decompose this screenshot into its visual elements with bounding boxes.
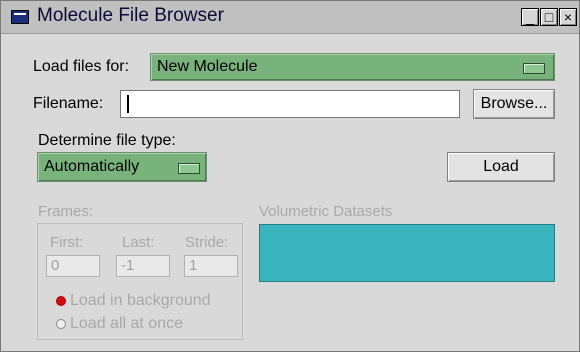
volumetric-datasets-title: Volumetric Datasets — [259, 203, 393, 220]
load-files-for-label: Load files for: — [33, 58, 130, 75]
first-frame-input[interactable]: 0 — [46, 255, 100, 277]
close-icon[interactable]: × — [559, 8, 577, 26]
frames-group-title: Frames: — [38, 203, 94, 220]
volumetric-datasets-list[interactable] — [259, 224, 555, 282]
load-all-at-once-option[interactable]: Load all at once — [56, 315, 241, 333]
text-cursor — [127, 95, 129, 113]
maximize-icon[interactable]: □ — [540, 8, 558, 26]
file-type-dropdown[interactable]: Automatically — [37, 152, 207, 182]
minimize-icon[interactable]: _ — [521, 8, 539, 26]
load-in-background-option[interactable]: Load in background — [56, 292, 241, 310]
file-type-label: Determine file type: — [38, 132, 176, 149]
dropdown-indicator-icon — [523, 63, 545, 74]
load-in-background-label: Load in background — [70, 292, 211, 309]
molecule-file-browser-window: Molecule File Browser _ □ × Load files f… — [0, 0, 580, 352]
stride-label: Stride: — [185, 234, 229, 251]
last-label: Last: — [122, 234, 155, 251]
first-label: First: — [50, 234, 84, 251]
last-frame-input[interactable]: -1 — [116, 255, 170, 277]
radio-selected-icon — [56, 296, 66, 306]
frames-group: First: Last: Stride: 0 -1 1 Load in back… — [37, 223, 243, 340]
filename-input[interactable] — [120, 90, 460, 118]
load-all-at-once-label: Load all at once — [70, 315, 183, 332]
browse-button[interactable]: Browse... — [473, 89, 555, 119]
title-bar[interactable]: Molecule File Browser _ □ × — [1, 1, 579, 34]
window-title: Molecule File Browser — [37, 5, 224, 26]
radio-unselected-icon — [56, 319, 66, 329]
filename-label: Filename: — [33, 95, 104, 112]
file-type-value: Automatically — [44, 158, 140, 175]
load-files-for-dropdown[interactable]: New Molecule — [150, 53, 555, 81]
window-icon — [11, 10, 29, 24]
load-button[interactable]: Load — [447, 152, 555, 182]
dropdown-indicator-icon — [178, 163, 200, 174]
load-files-for-value: New Molecule — [157, 58, 258, 75]
stride-input[interactable]: 1 — [184, 255, 238, 277]
